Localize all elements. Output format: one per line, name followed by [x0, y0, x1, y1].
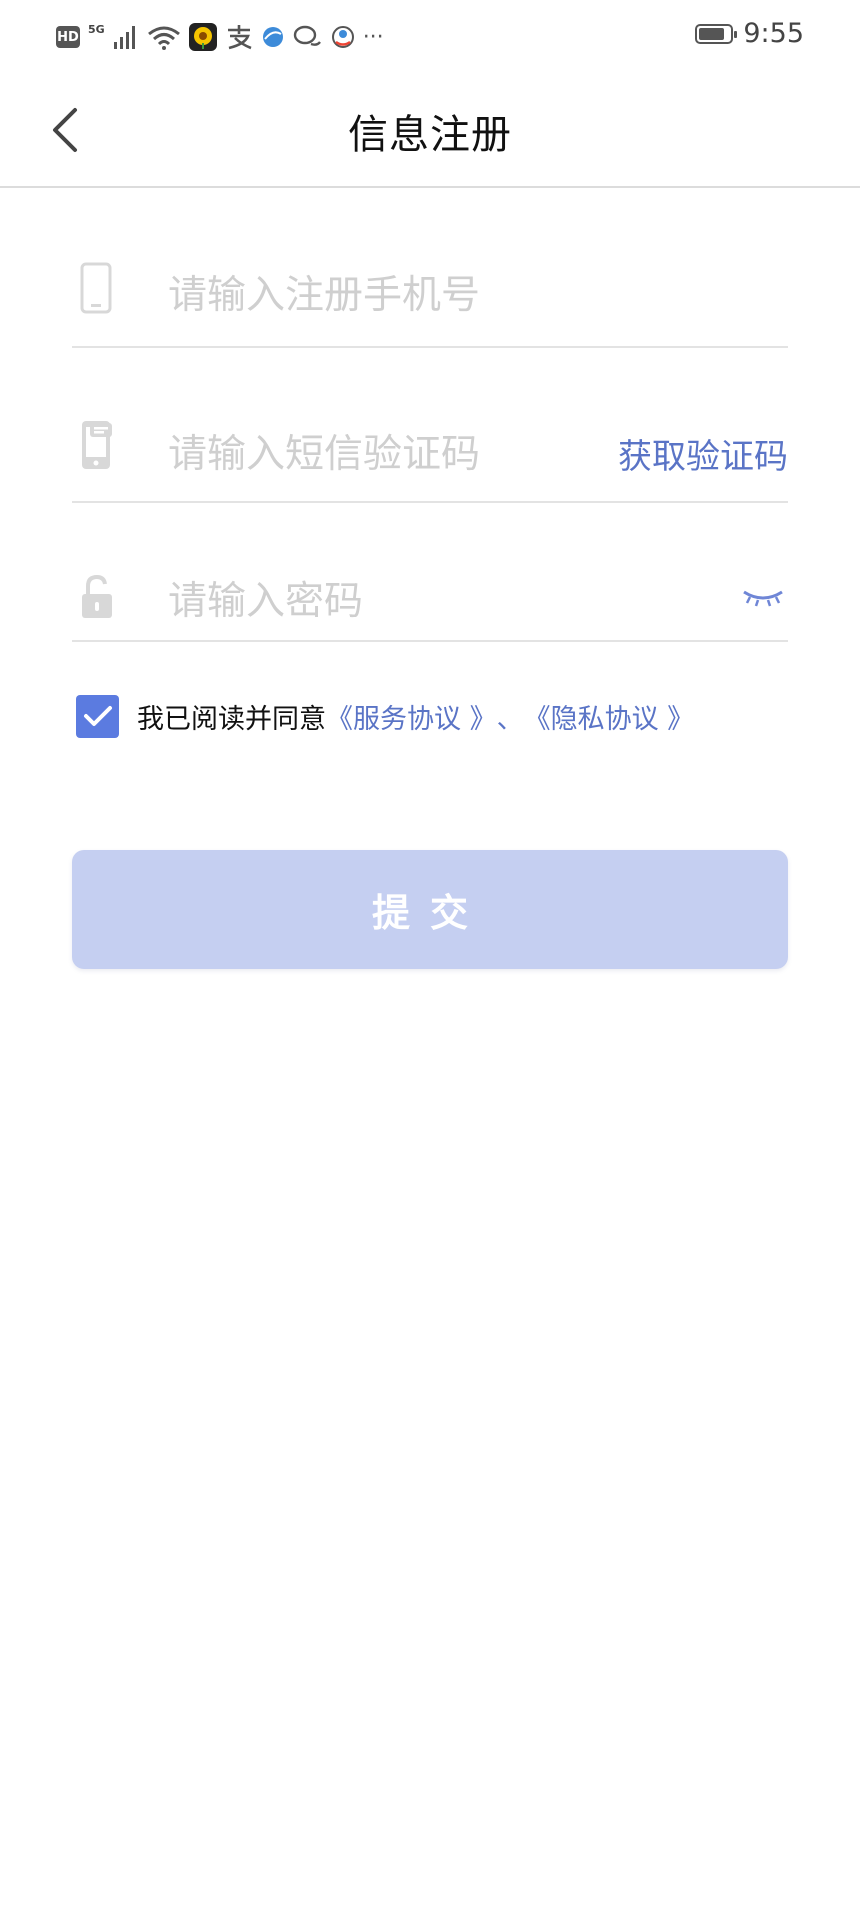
eye-closed-icon[interactable]	[742, 588, 784, 612]
agreement-separator: 、	[496, 703, 524, 735]
wifi-icon	[147, 24, 181, 50]
agreement-row: 我已阅读并同意 《服务协议 》 、 《隐私协议 》	[76, 694, 694, 738]
more-notifications-icon: ···	[362, 24, 384, 50]
status-bar: HD 5G ··· 9:55	[0, 0, 860, 72]
battery-icon	[695, 23, 738, 44]
agreement-checkbox[interactable]	[76, 694, 119, 738]
battery-level	[699, 27, 725, 40]
status-icons-left: HD 5G ···	[56, 20, 384, 54]
agreement-text: 我已阅读并同意	[137, 703, 326, 735]
phone-field-row	[72, 250, 788, 348]
signal-icon	[113, 24, 139, 50]
browser-icon	[261, 25, 285, 49]
status-time: 9:55	[743, 18, 804, 49]
nav-bar: 信息注册	[0, 72, 860, 188]
checkmark-icon	[83, 706, 112, 726]
chat-icon	[293, 24, 323, 50]
page-title: 信息注册	[348, 112, 512, 158]
network-type: 5G	[88, 22, 105, 36]
password-field-row	[72, 560, 788, 642]
password-input[interactable]	[168, 574, 728, 628]
status-icons-right: 9:55	[695, 18, 804, 49]
sms-code-input[interactable]	[168, 427, 588, 481]
privacy-agreement-link[interactable]: 《隐私协议 》	[524, 697, 695, 736]
hd-badge: HD	[56, 26, 80, 48]
phone-input[interactable]	[168, 268, 768, 322]
location-app-icon	[331, 24, 355, 50]
sms-phone-icon	[80, 419, 114, 471]
sunflower-app-icon	[188, 23, 217, 51]
alipay-icon	[225, 24, 253, 50]
get-code-button[interactable]: 获取验证码	[618, 429, 788, 478]
phone-icon	[80, 262, 112, 314]
service-agreement-link[interactable]: 《服务协议 》	[326, 697, 497, 736]
sms-code-field-row: 获取验证码	[72, 405, 788, 503]
submit-button[interactable]: 提交	[72, 850, 788, 969]
lock-icon	[80, 574, 114, 620]
